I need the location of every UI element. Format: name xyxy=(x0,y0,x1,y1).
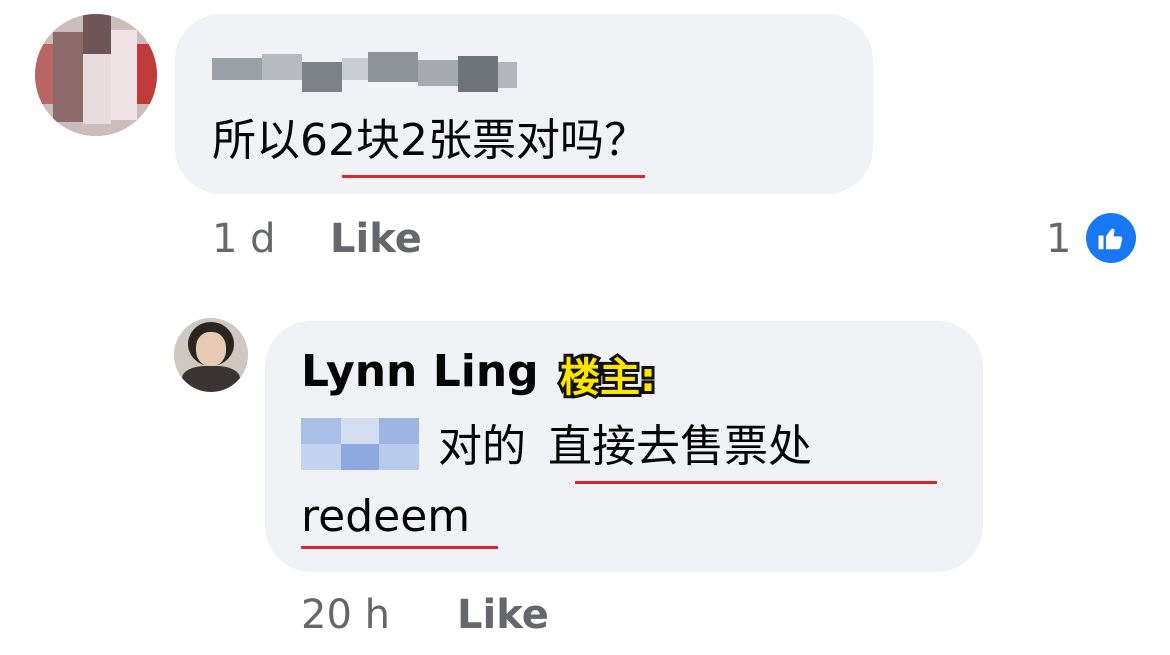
reply-author-avatar[interactable] xyxy=(174,318,248,392)
reply-text-line2: redeem xyxy=(301,491,471,542)
comment-text: 所以62块2张票对吗？ xyxy=(212,115,648,167)
like-button[interactable]: Like xyxy=(457,592,549,638)
name-mosaic-block xyxy=(368,52,418,82)
comment-author-name-blurred[interactable] xyxy=(212,48,517,98)
reply-text-underlined: 直接去售票处 xyxy=(548,421,812,472)
red-underline xyxy=(575,481,937,484)
name-mosaic-block xyxy=(418,60,458,86)
avatar-mosaic-block xyxy=(111,30,137,120)
name-mosaic-block xyxy=(342,58,368,80)
avatar-mosaic-block xyxy=(137,44,157,104)
red-underline xyxy=(301,546,498,549)
commenter-avatar[interactable] xyxy=(35,14,157,136)
avatar-shoulders xyxy=(182,366,240,392)
red-underline xyxy=(342,175,645,178)
mention-blurred[interactable] xyxy=(301,418,419,470)
avatar-face xyxy=(196,332,226,366)
avatar-mosaic-block xyxy=(83,54,111,124)
author-tag: 楼主: xyxy=(557,352,659,404)
avatar-mosaic-block xyxy=(35,44,53,104)
mention-mosaic-block xyxy=(301,418,341,444)
name-mosaic-block xyxy=(458,56,498,92)
comment-text-part: 所以 xyxy=(212,115,300,166)
comment-bubble xyxy=(175,14,873,194)
comment-text-underlined: 62块2张票 xyxy=(300,115,516,166)
name-mosaic-block xyxy=(498,62,517,88)
name-mosaic-block xyxy=(302,62,342,92)
avatar-mosaic-block xyxy=(53,32,83,122)
avatar-mosaic-block xyxy=(83,14,111,54)
comment-timestamp[interactable]: 1 d xyxy=(212,216,276,262)
name-mosaic-block xyxy=(212,58,262,80)
name-mosaic-block xyxy=(262,54,302,80)
thumbs-up-icon[interactable] xyxy=(1086,213,1136,263)
comment-text-part: 对吗？ xyxy=(515,115,648,166)
reply-timestamp[interactable]: 20 h xyxy=(301,592,390,638)
mention-mosaic-block xyxy=(379,418,419,444)
mention-mosaic-block xyxy=(341,418,379,444)
mention-mosaic-block xyxy=(341,444,379,470)
like-button[interactable]: Like xyxy=(330,216,422,262)
thumbs-up-glyph xyxy=(1098,228,1123,250)
reply-text-line1: 对的 直接去售票处 xyxy=(438,421,812,473)
reaction-count[interactable]: 1 xyxy=(1046,216,1071,262)
mention-mosaic-block xyxy=(379,444,419,470)
reply-author-name[interactable]: Lynn Ling xyxy=(301,346,539,397)
mention-mosaic-block xyxy=(301,444,341,470)
reply-text-part: 对的 xyxy=(438,421,526,472)
